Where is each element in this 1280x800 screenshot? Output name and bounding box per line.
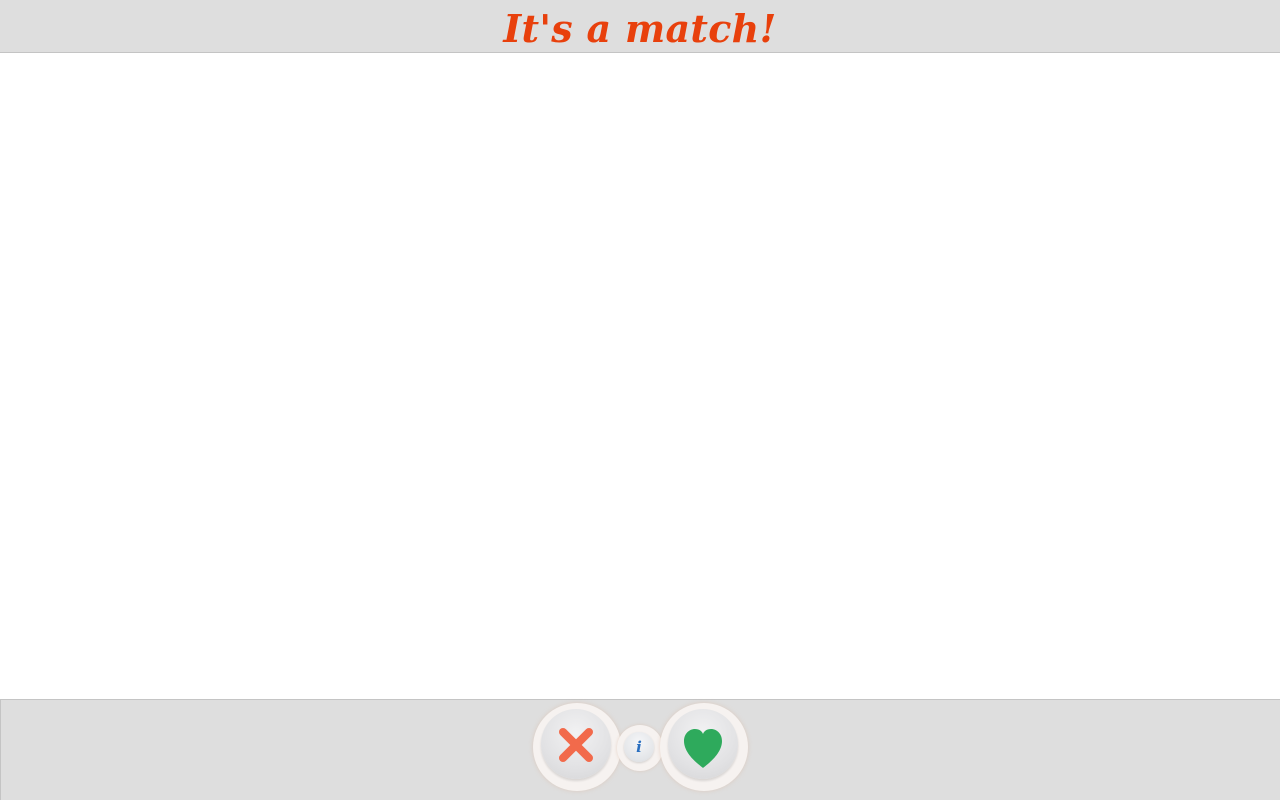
- page-title: It's a match!: [503, 6, 777, 51]
- top-bar: It's a match!: [0, 0, 1280, 53]
- info-button[interactable]: i: [617, 725, 663, 771]
- heart-icon: [684, 729, 722, 768]
- like-button[interactable]: [660, 703, 748, 791]
- nope-button-face: [541, 709, 611, 779]
- nope-button[interactable]: [533, 703, 621, 791]
- like-button-face: [668, 709, 738, 779]
- match-content-area: [0, 54, 1280, 699]
- info-icon: i: [624, 732, 654, 762]
- close-icon: [559, 728, 593, 762]
